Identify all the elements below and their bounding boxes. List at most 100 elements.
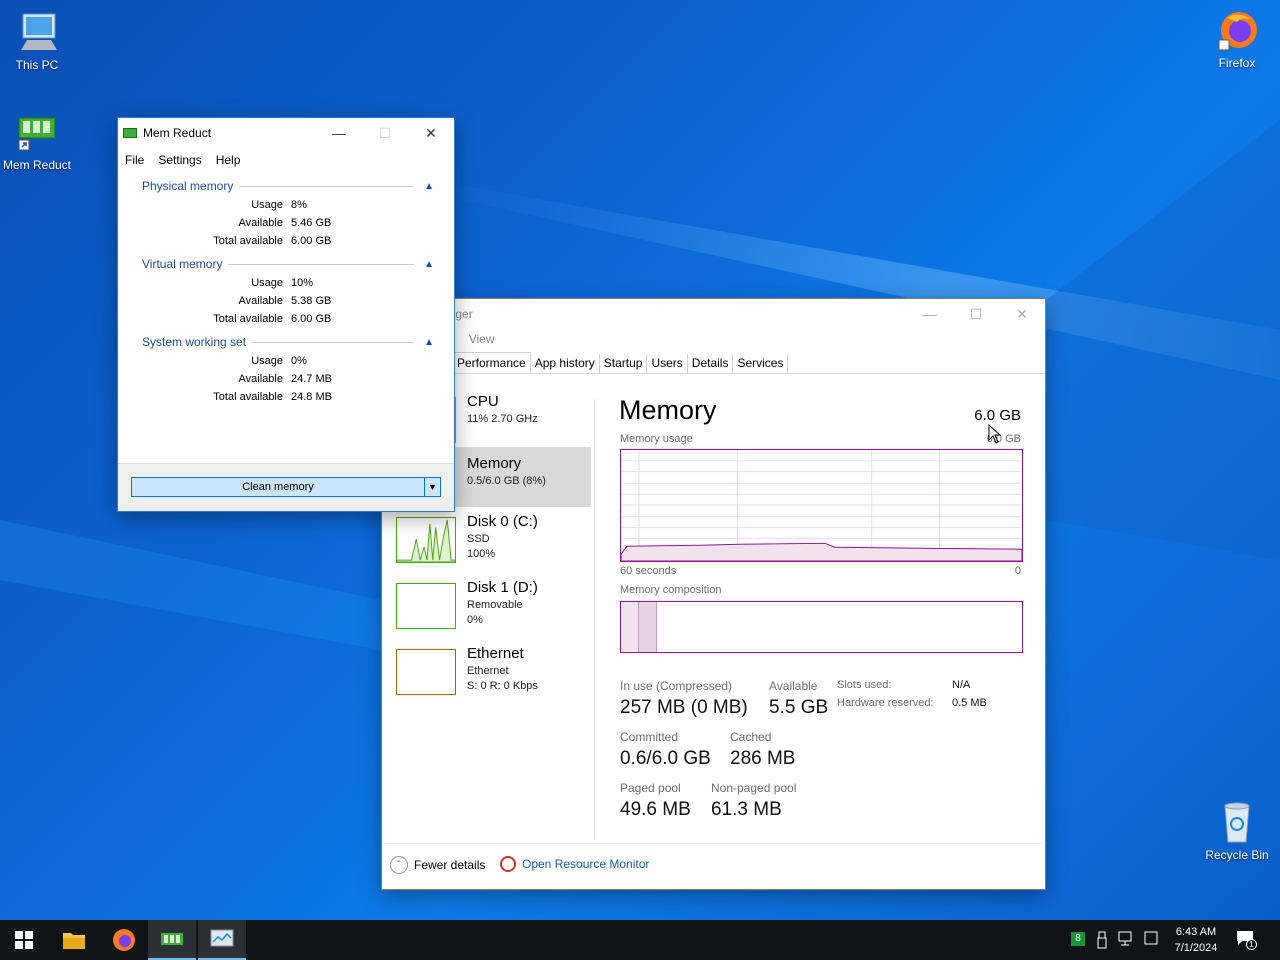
start-button[interactable] — [0, 920, 48, 960]
committed-value: 0.6/6.0 GB — [620, 748, 711, 769]
display-icon[interactable] — [1144, 931, 1158, 947]
mem-reduct-window[interactable]: Mem Reduct — ☐ ✕ File Settings Help Phys… — [117, 117, 455, 512]
sidebar-item-sub2: 100% — [467, 548, 496, 560]
sidebar-item-sub: Removable — [467, 599, 523, 611]
sidebar-item-title: Memory — [467, 455, 522, 472]
desktop-icon-label: Mem Reduct — [2, 158, 72, 172]
clock-date: 7/1/2024 — [1174, 942, 1218, 954]
tab-services[interactable]: Services — [733, 354, 789, 373]
sidebar-item-title: CPU — [467, 393, 499, 410]
memory-usage-graph — [620, 449, 1023, 562]
row-key: Total available — [213, 391, 283, 403]
menu-file[interactable]: File — [125, 153, 144, 167]
list-item: Total available 6.00 GB — [118, 235, 456, 251]
row-value: 0% — [291, 355, 307, 367]
network-icon[interactable] — [1118, 931, 1136, 947]
list-item: Available 24.7 MB — [118, 373, 456, 389]
collapse-icon: ▲ — [424, 258, 434, 270]
desktop-icon-mem-reduct[interactable]: Mem Reduct — [0, 110, 74, 172]
task-manager-window[interactable]: nager — ☐ ✕ ns View Performance App hist… — [381, 298, 1046, 890]
divider — [239, 185, 415, 187]
folder-icon — [63, 933, 85, 949]
desktop-icon-firefox[interactable]: Firefox — [1200, 8, 1274, 70]
group-physical-memory[interactable]: Physical memory ▲ — [142, 179, 434, 193]
cached-label: Cached — [730, 730, 772, 744]
hardware-reserved-value: 0.5 MB — [952, 697, 987, 709]
sidebar-item-disk0[interactable]: Disk 0 (C:) SSD 100% — [396, 513, 591, 573]
memory-usage-label: Memory usage — [620, 433, 693, 445]
row-key: Total available — [213, 235, 283, 247]
group-system-working-set[interactable]: System working set ▲ — [142, 335, 434, 349]
clock[interactable]: 6:43 AM 7/1/2024 — [1168, 924, 1224, 956]
minimize-button[interactable]: — — [907, 299, 953, 329]
graph-time-right: 0 — [1014, 565, 1021, 577]
taskbar-task-manager[interactable] — [198, 920, 246, 960]
maximize-button[interactable]: ☐ — [953, 299, 999, 329]
row-key: Available — [238, 295, 283, 307]
row-key: Usage — [251, 355, 283, 367]
firefox-icon — [1218, 12, 1257, 51]
desktop-icon-recycle-bin[interactable]: Recycle Bin — [1200, 800, 1274, 862]
menu-settings[interactable]: Settings — [158, 153, 201, 167]
desktop-icon-this-pc[interactable]: This PC — [0, 10, 74, 72]
dropdown-arrow-button[interactable]: ▼ — [424, 478, 440, 496]
paged-pool-value: 49.6 MB — [620, 799, 691, 820]
collapse-icon: ▲ — [424, 180, 434, 192]
memory-composition-bar — [620, 601, 1023, 653]
clean-memory-button[interactable]: Clean memory ▼ — [131, 477, 441, 497]
close-icon: ✕ — [1016, 305, 1028, 322]
minimize-button[interactable]: — — [316, 118, 362, 148]
sidebar-item-title: Ethernet — [467, 645, 524, 662]
titlebar[interactable]: nager — ☐ ✕ — [382, 299, 1045, 329]
sidebar-item-disk1[interactable]: Disk 1 (D:) Removable 0% — [396, 579, 591, 639]
close-button[interactable]: ✕ — [408, 118, 454, 148]
open-resource-monitor-label: Open Resource Monitor — [522, 857, 650, 871]
chevron-up-icon: ˆ — [390, 856, 408, 874]
taskbar-file-explorer[interactable] — [50, 920, 98, 960]
open-resource-monitor-link[interactable]: Open Resource Monitor — [500, 856, 649, 872]
tab-users[interactable]: Users — [647, 354, 688, 373]
action-center-button[interactable]: 1 — [1236, 930, 1258, 950]
menu-help[interactable]: Help — [216, 153, 241, 167]
disk0-thumbnail — [396, 517, 456, 563]
divider — [594, 399, 595, 839]
maximize-icon: ☐ — [378, 124, 392, 141]
row-key: Usage — [251, 277, 283, 289]
tab-startup[interactable]: Startup — [600, 354, 648, 373]
mouse-cursor-icon — [988, 424, 1002, 444]
taskbar-firefox[interactable] — [100, 920, 148, 960]
non-paged-pool-label: Non-paged pool — [711, 781, 797, 795]
usb-icon[interactable] — [1096, 931, 1108, 949]
tab-app-history[interactable]: App history — [531, 354, 600, 373]
cached-value: 286 MB — [730, 748, 796, 769]
tab-performance[interactable]: Performance — [452, 352, 531, 373]
maximize-button[interactable]: ☐ — [362, 118, 408, 148]
titlebar[interactable]: Mem Reduct — ☐ ✕ — [118, 118, 454, 148]
desktop-icon-label: Firefox — [1218, 56, 1256, 70]
tab-details[interactable]: Details — [688, 354, 734, 373]
list-item: Usage 0% — [118, 355, 456, 371]
firefox-icon — [113, 929, 135, 951]
sidebar-item-ethernet[interactable]: Ethernet Ethernet S: 0 R: 0 Kbps — [396, 645, 591, 705]
fewer-details-button[interactable]: ˆ Fewer details — [390, 856, 485, 874]
list-item: Usage 10% — [118, 277, 456, 293]
memory-composition-label: Memory composition — [620, 584, 722, 596]
taskbar-mem-reduct[interactable] — [148, 920, 196, 960]
sidebar-item-sub: 11% 2.70 GHz — [467, 413, 538, 425]
collapse-icon: ▲ — [424, 336, 434, 348]
row-value: 6.00 GB — [291, 313, 332, 325]
sidebar-item-title: Disk 0 (C:) — [467, 513, 538, 530]
tray-badge[interactable]: 8 — [1071, 932, 1085, 946]
page-title: Memory — [619, 395, 717, 425]
task-manager-icon — [210, 929, 234, 947]
modified-segment — [639, 602, 657, 652]
window-title: Mem Reduct — [143, 126, 212, 140]
maximize-icon: ☐ — [969, 305, 983, 322]
group-virtual-memory[interactable]: Virtual memory ▲ — [142, 257, 434, 271]
available-label: Available — [769, 679, 818, 693]
slots-used-value: N/A — [952, 679, 971, 691]
list-item: Total available 24.8 MB — [118, 391, 456, 407]
menu-view[interactable]: View — [469, 332, 495, 346]
tab-bar: Performance App history Startup Users De… — [382, 352, 1045, 374]
close-button[interactable]: ✕ — [999, 299, 1045, 329]
